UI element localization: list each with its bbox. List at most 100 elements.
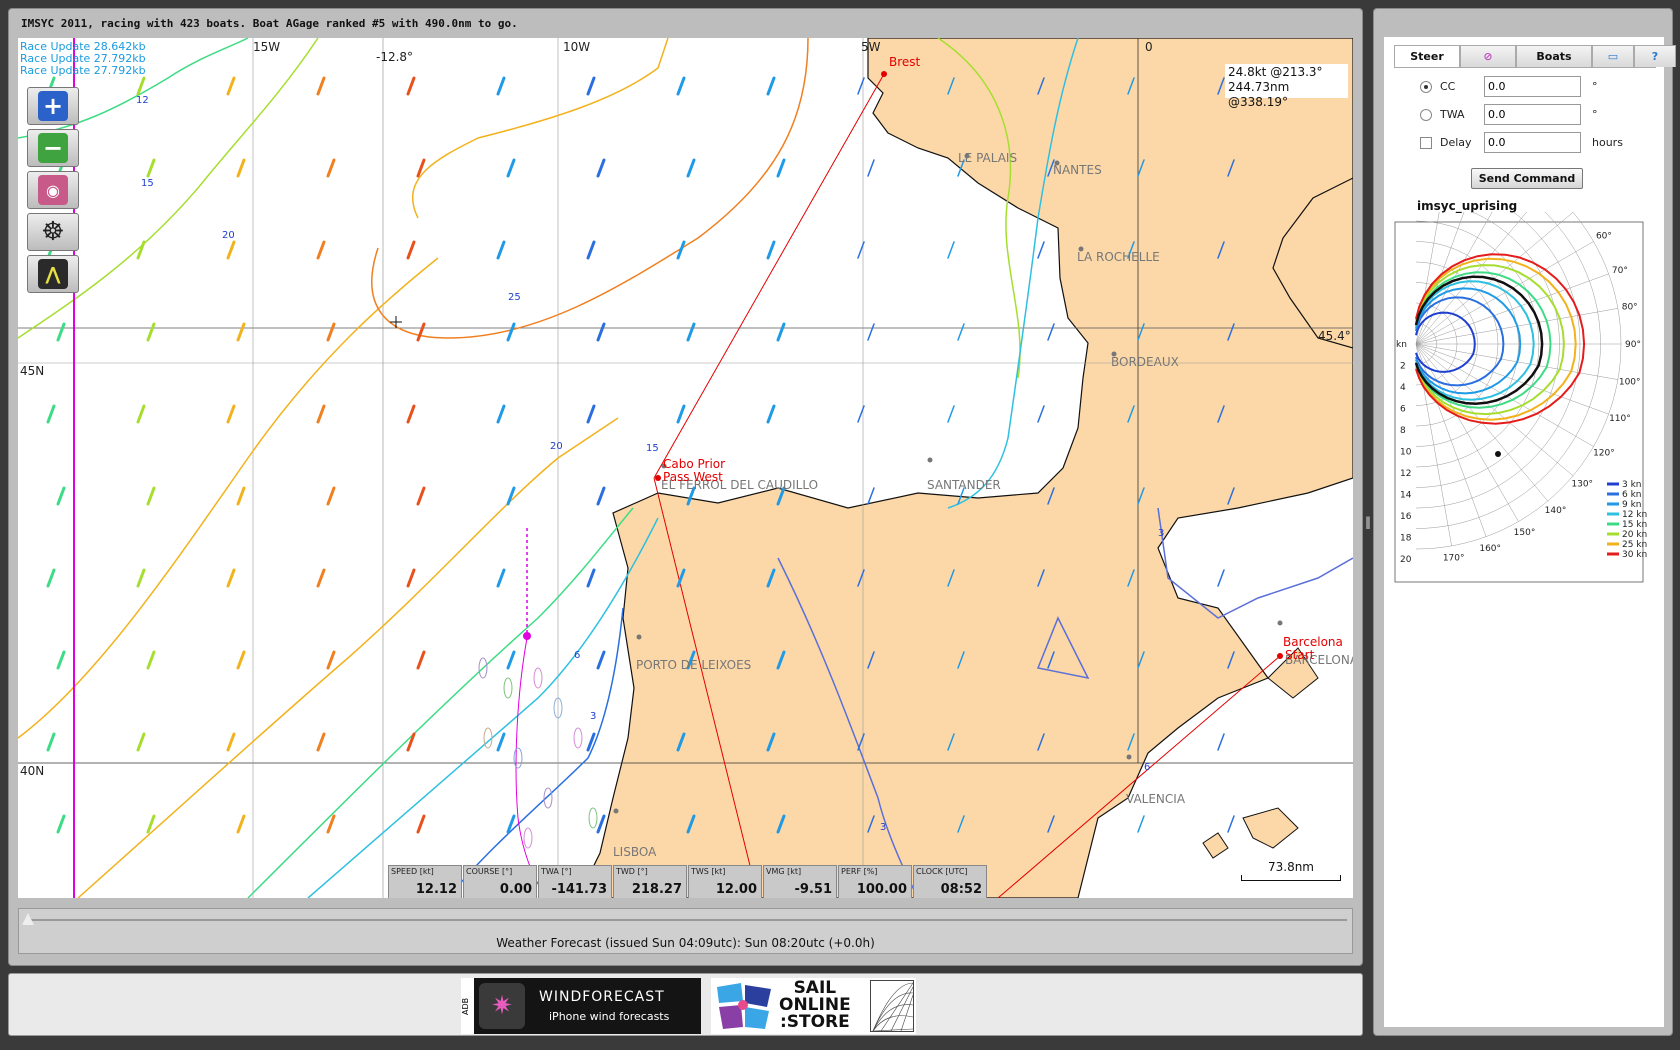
ad-strip: ADB ✷ WINDFORECAST iPhone wind forecasts… [8,973,1363,1036]
wind-arrow [416,486,426,506]
cursor-wind: 24.8kt @213.3° [1228,65,1323,79]
wind-arrow [506,650,516,670]
forecast-text: Weather Forecast (issued Sun 04:09utc): … [496,936,875,950]
sail-online-store-ad[interactable]: SAIL ONLINE :STORE [711,978,916,1034]
isobar-label: 3 [880,822,887,833]
tab-steer[interactable]: Steer [1394,45,1460,67]
polar-legend-label: 3 kn [1622,480,1642,490]
polar-boat-name: imsyc_uprising [1417,199,1518,213]
twa-input[interactable] [1484,104,1581,125]
wind-arrow [867,323,875,341]
polar-angle-label: 130° [1571,479,1593,489]
polar-angle-label: 170° [1443,554,1465,564]
tab-help[interactable]: ? [1634,45,1676,67]
wind-arrow [226,404,236,424]
wind-arrow [236,814,246,834]
wind-arrow [496,240,506,260]
isobar-label: 3 [590,711,597,722]
wind-arrow [56,814,66,834]
race-update-log: Race Update 28.642kb Race Update 27.792k… [20,41,146,77]
wind-arrow [236,322,246,342]
compass-rose-icon: ✷ [479,983,525,1029]
steering-wheel-button[interactable]: ☸ [27,213,79,251]
wind-arrow [56,486,66,506]
wind-arrow [766,76,776,96]
store-text: SAIL ONLINE :STORE [779,978,851,1032]
panel-splitter[interactable]: ‖ [1365,515,1371,529]
delay-checkbox[interactable] [1420,136,1432,149]
cursor-info-box: 24.8kt @213.3° 244.73nm @338.19° [1225,64,1348,109]
zoom-in-button[interactable]: + [27,87,79,125]
tab-boats[interactable]: Boats [1516,45,1592,67]
isobar-label: 20 [550,441,563,452]
cc-label: CC [1440,80,1456,93]
twa-row: TWA ° [1420,104,1598,125]
windforecast-ad[interactable]: ADB ✷ WINDFORECAST iPhone wind forecasts [461,978,701,1034]
measure-button[interactable]: ⋀ [27,255,79,293]
wind-arrow [676,76,686,96]
isobar-label: 6 [1144,762,1151,773]
polar-angle-label: 110° [1609,414,1631,424]
wind-arrow [46,404,56,424]
instrument-perf: PERF [%] 100.00 [838,865,912,898]
timeline-slider-thumb[interactable] [22,913,34,925]
twa-unit: ° [1592,108,1598,121]
instrument-twa: TWA [°] -141.73 [538,865,612,898]
wind-arrow [586,404,596,424]
tab-divider [1394,67,1656,68]
wind-arrow [596,322,606,342]
wind-arrow [316,240,326,260]
timeline-track[interactable] [25,919,1347,921]
cc-radio[interactable] [1420,80,1432,93]
polar-spoke [1415,343,1574,476]
waypoint-label-pass-west: Pass West [663,470,723,484]
polar-legend-label: 20 kn [1622,530,1647,540]
polar-radial-label: 6 [1400,405,1406,415]
wind-arrow [406,76,416,96]
place-label: PORTO DE LEIXOES [636,658,752,672]
lon-label: 5W [861,40,881,54]
polar-ring [1415,212,1581,509]
windforecast-title: WINDFORECAST [539,989,665,1005]
polar-legend-label: 25 kn [1622,540,1647,550]
waypoint-label-brest: Brest [889,55,921,69]
polar-curve [1415,296,1505,387]
isobar-label: 12 [136,95,149,106]
wind-arrow [596,650,606,670]
polar-radial-label: 16 [1400,512,1412,522]
instrument-tws: TWS [kt] 12.00 [688,865,762,898]
place-label: SANTANDER [927,478,1001,492]
polar-angle-label: 150° [1514,528,1536,538]
lat-label: 45N [20,364,45,378]
control-panel: Steer ⊘ Boats ▭ ? CC ° TWA ° Delay hours… [1373,8,1676,1036]
race-map[interactable]: Race Update 28.642kb Race Update 27.792k… [18,38,1353,898]
place-label: LA ROCHELLE [1077,250,1160,264]
place-label: LISBOA [613,845,657,859]
delay-row: Delay hours [1420,132,1623,153]
wind-arrow [136,732,146,752]
isobar-label: 15 [646,443,659,454]
wind-arrow [406,240,416,260]
tab-settings[interactable]: ⊘ [1460,45,1516,67]
wind-arrow [146,650,156,670]
chat-bubble-icon: ▭ [1607,50,1619,63]
zoom-out-button[interactable]: − [27,129,79,167]
minus-icon: − [38,133,68,163]
cc-input[interactable] [1484,76,1581,97]
wind-arrow [226,76,236,96]
wind-arrow [496,732,506,752]
race-status-title: IMSYC 2011, racing with 423 boats. Boat … [21,17,518,30]
polar-legend-label: 30 kn [1622,550,1647,560]
instrument-clock: CLOCK [UTC] 08:52 [913,865,987,898]
polar-radial-label: 18 [1400,534,1412,544]
polar-radial-label: 14 [1400,491,1412,501]
delay-input[interactable] [1484,132,1581,153]
center-boat-button[interactable]: ◉ [27,171,79,209]
lat-label: 40N [20,764,45,778]
wind-arrow [1047,323,1055,341]
tab-chat[interactable]: ▭ [1592,45,1634,67]
place-label: NANTES [1053,163,1102,177]
wind-arrow [56,650,66,670]
twa-radio[interactable] [1420,108,1432,121]
send-command-button[interactable]: Send Command [1471,168,1583,189]
